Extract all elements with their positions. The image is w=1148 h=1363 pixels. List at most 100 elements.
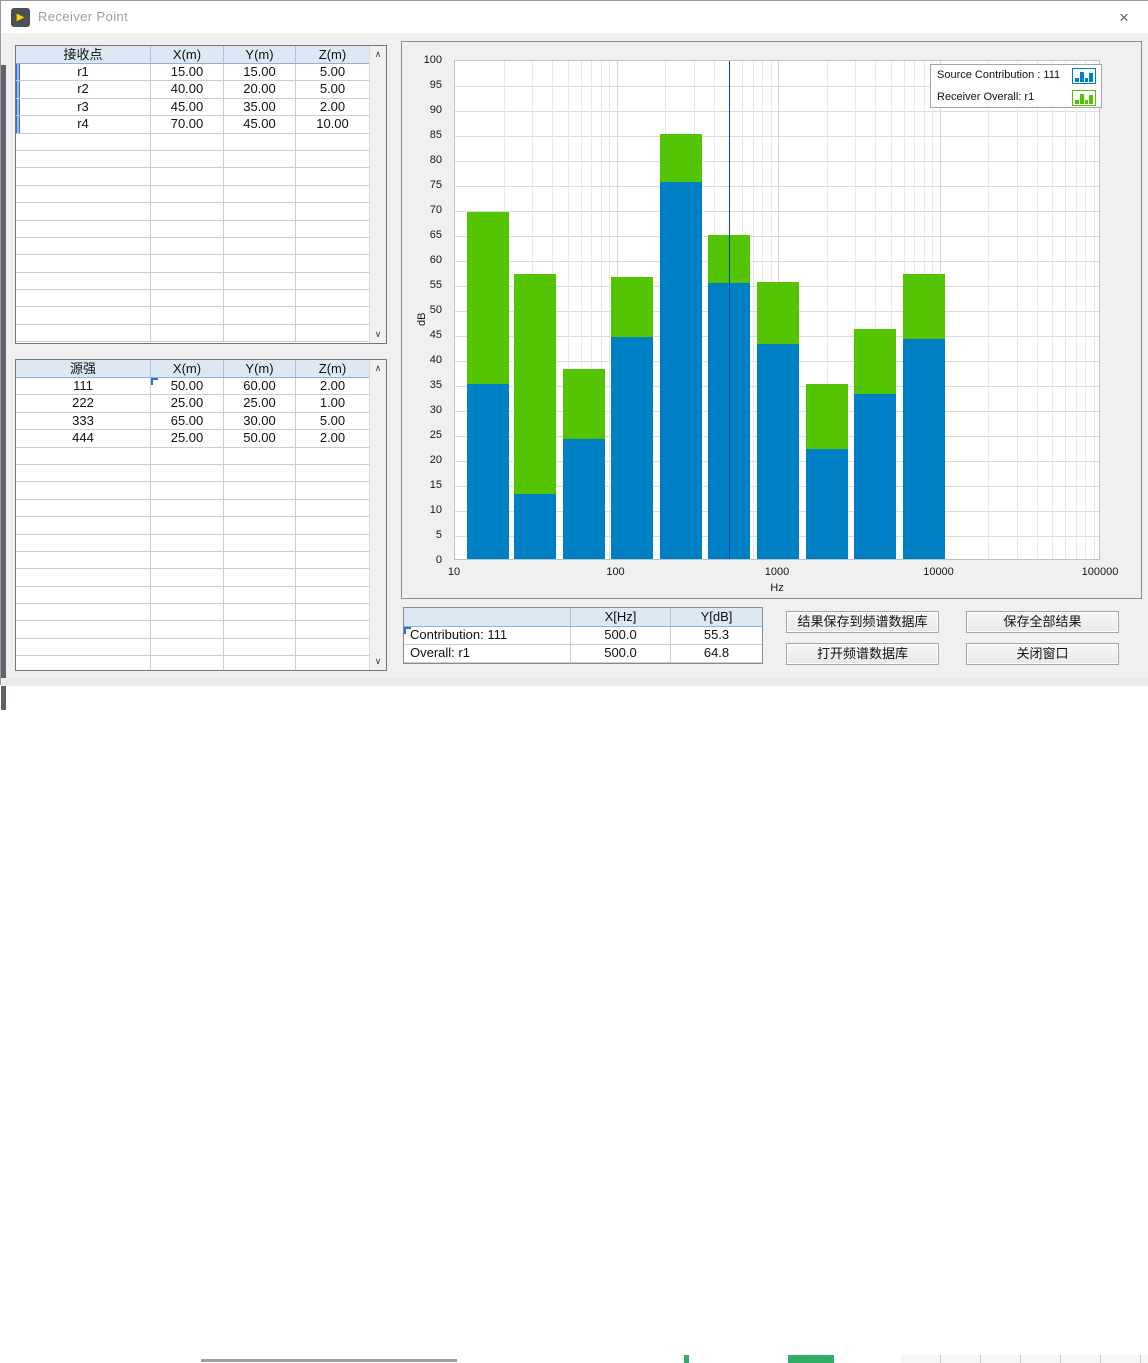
table-cell[interactable]: 45.00 bbox=[224, 116, 296, 132]
table-cell[interactable] bbox=[224, 273, 296, 289]
table-cell[interactable] bbox=[296, 587, 369, 603]
table-cell[interactable] bbox=[296, 639, 369, 655]
table-cell[interactable]: 50.00 bbox=[151, 378, 224, 394]
table-cell[interactable] bbox=[224, 238, 296, 254]
scroll-up-icon[interactable]: ∧ bbox=[370, 360, 386, 377]
table-cell[interactable] bbox=[151, 448, 224, 464]
table-cell[interactable] bbox=[296, 535, 369, 551]
table-cell[interactable] bbox=[151, 517, 224, 533]
table-cell[interactable] bbox=[224, 307, 296, 323]
table-cell[interactable] bbox=[16, 535, 151, 551]
table-cell[interactable]: 444 bbox=[16, 430, 151, 446]
table-cell[interactable]: 40.00 bbox=[151, 81, 224, 97]
table-cell[interactable]: 35.00 bbox=[224, 99, 296, 115]
table-cell[interactable]: 222 bbox=[16, 395, 151, 411]
table-cell[interactable] bbox=[296, 134, 369, 150]
table-cell[interactable] bbox=[16, 482, 151, 498]
table-cell[interactable] bbox=[224, 255, 296, 271]
table-cell[interactable] bbox=[296, 221, 369, 237]
table-cell[interactable] bbox=[151, 273, 224, 289]
table-cell[interactable] bbox=[296, 203, 369, 219]
table-cell[interactable] bbox=[151, 604, 224, 620]
receiver-table-scrollbar[interactable]: ∧ ∨ bbox=[369, 46, 386, 343]
table-cell[interactable] bbox=[296, 290, 369, 306]
table-cell[interactable]: 64.8 bbox=[671, 645, 762, 662]
table-cell[interactable]: 25.00 bbox=[151, 395, 224, 411]
table-cell[interactable] bbox=[151, 221, 224, 237]
table-cell[interactable]: 45.00 bbox=[151, 99, 224, 115]
table-cell[interactable]: 55.3 bbox=[671, 627, 762, 644]
table-cell[interactable]: 50.00 bbox=[224, 430, 296, 446]
table-cell[interactable] bbox=[296, 621, 369, 637]
table-cell[interactable]: 15.00 bbox=[151, 64, 224, 80]
table-cell[interactable] bbox=[16, 186, 151, 202]
table-cell[interactable]: 5.00 bbox=[296, 81, 369, 97]
save-results-to-spectrum-db-button[interactable]: 结果保存到频谱数据库 bbox=[786, 611, 939, 633]
table-cell[interactable] bbox=[151, 482, 224, 498]
table-cell[interactable]: 5.00 bbox=[296, 64, 369, 80]
table-cell[interactable] bbox=[151, 465, 224, 481]
table-cell[interactable] bbox=[224, 621, 296, 637]
source-table-scrollbar[interactable]: ∧ ∨ bbox=[369, 360, 386, 670]
table-cell[interactable] bbox=[224, 203, 296, 219]
table-cell[interactable] bbox=[16, 307, 151, 323]
table-cell[interactable] bbox=[296, 604, 369, 620]
table-cell[interactable]: 5.00 bbox=[296, 413, 369, 429]
table-cell[interactable] bbox=[296, 448, 369, 464]
table-cell[interactable] bbox=[151, 535, 224, 551]
table-cell[interactable] bbox=[224, 517, 296, 533]
table-cell[interactable] bbox=[224, 465, 296, 481]
table-cell[interactable] bbox=[296, 168, 369, 184]
table-cell[interactable] bbox=[151, 290, 224, 306]
table-cell[interactable]: 65.00 bbox=[151, 413, 224, 429]
table-cell[interactable] bbox=[224, 290, 296, 306]
table-cell[interactable] bbox=[296, 255, 369, 271]
table-cell[interactable] bbox=[151, 500, 224, 516]
table-cell[interactable]: 60.00 bbox=[224, 378, 296, 394]
table-cell[interactable]: r2 bbox=[16, 81, 151, 97]
table-cell[interactable] bbox=[16, 255, 151, 271]
table-cell[interactable] bbox=[224, 482, 296, 498]
table-cell[interactable] bbox=[151, 325, 224, 341]
table-cell[interactable] bbox=[151, 203, 224, 219]
close-window-button[interactable]: 关闭窗口 bbox=[966, 643, 1119, 665]
table-cell[interactable] bbox=[224, 604, 296, 620]
table-cell[interactable] bbox=[224, 587, 296, 603]
table-cell[interactable] bbox=[296, 569, 369, 585]
table-cell[interactable]: 2.00 bbox=[296, 430, 369, 446]
close-icon[interactable]: × bbox=[1109, 5, 1139, 31]
table-cell[interactable] bbox=[224, 186, 296, 202]
scroll-down-icon[interactable]: ∨ bbox=[370, 653, 386, 670]
table-cell[interactable] bbox=[296, 465, 369, 481]
table-cell[interactable] bbox=[151, 186, 224, 202]
table-cell[interactable] bbox=[16, 656, 151, 671]
table-cell[interactable] bbox=[151, 569, 224, 585]
table-cell[interactable]: Overall: r1 bbox=[404, 645, 571, 662]
table-cell[interactable]: 2.00 bbox=[296, 378, 369, 394]
table-cell[interactable] bbox=[16, 151, 151, 167]
table-cell[interactable] bbox=[16, 238, 151, 254]
table-cell[interactable] bbox=[224, 656, 296, 671]
table-cell[interactable] bbox=[16, 604, 151, 620]
table-cell[interactable]: 2.00 bbox=[296, 99, 369, 115]
table-cell[interactable] bbox=[16, 621, 151, 637]
plot-style-icon[interactable] bbox=[1072, 68, 1096, 84]
table-cell[interactable]: 500.0 bbox=[571, 627, 671, 644]
table-cell[interactable]: 15.00 bbox=[224, 64, 296, 80]
table-cell[interactable] bbox=[16, 221, 151, 237]
table-cell[interactable] bbox=[16, 569, 151, 585]
table-cell[interactable]: r1 bbox=[16, 64, 151, 80]
table-cell[interactable] bbox=[16, 639, 151, 655]
table-cell[interactable]: 30.00 bbox=[224, 413, 296, 429]
table-cell[interactable] bbox=[16, 448, 151, 464]
table-cell[interactable]: 1.00 bbox=[296, 395, 369, 411]
table-cell[interactable] bbox=[16, 273, 151, 289]
table-cell[interactable] bbox=[151, 639, 224, 655]
plot-area[interactable] bbox=[454, 60, 1100, 560]
table-cell[interactable] bbox=[151, 621, 224, 637]
table-cell[interactable] bbox=[224, 221, 296, 237]
table-cell[interactable] bbox=[151, 134, 224, 150]
table-cell[interactable]: r4 bbox=[16, 116, 151, 132]
table-cell[interactable] bbox=[296, 656, 369, 671]
table-cell[interactable] bbox=[296, 482, 369, 498]
